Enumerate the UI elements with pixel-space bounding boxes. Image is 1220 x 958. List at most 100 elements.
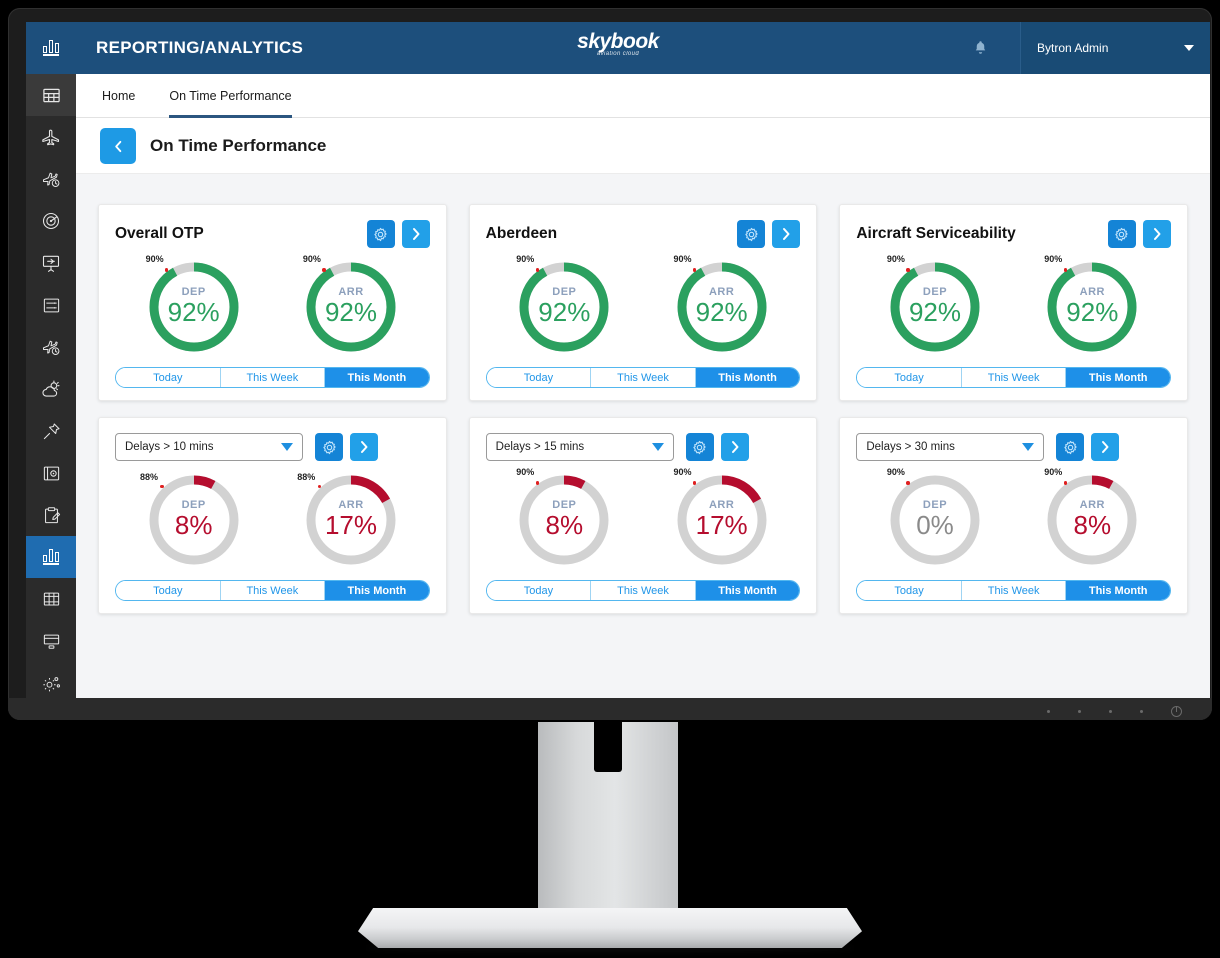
sidebar-item-radar[interactable] [26, 200, 76, 242]
period-toggle-this-month[interactable]: This Month [325, 581, 429, 600]
gear-icon [693, 440, 706, 454]
gauge-dep: DEP 92% 90% [885, 254, 985, 357]
card-next-button[interactable] [401, 220, 430, 248]
period-toggle-this-month[interactable]: This Month [695, 368, 800, 387]
gauge-target-marker [692, 481, 697, 485]
gauge-target-marker [164, 268, 169, 272]
monitor-button-dot[interactable] [1109, 710, 1112, 713]
period-toggle-this-month[interactable]: This Month [325, 368, 429, 387]
gauge-dep: DEP 0% 90% [885, 467, 985, 570]
gear-icon [374, 227, 387, 241]
card-header: Delays > 15 mins [485, 432, 801, 462]
sidebar-item-clipboard-edit[interactable] [26, 494, 76, 536]
period-toggle-this-month[interactable]: This Month [695, 581, 800, 600]
gauge-target-label: 90% [302, 254, 321, 265]
gauge-target-marker [692, 268, 697, 272]
card-settings-button[interactable] [315, 433, 343, 461]
card-next-button[interactable] [1091, 433, 1120, 461]
gauge-target-marker [1063, 481, 1068, 485]
gauge-target-label: 88% [139, 471, 158, 482]
period-toggle-today[interactable]: Today [857, 581, 962, 600]
period-toggle-this-week[interactable]: This Week [591, 368, 696, 387]
delay-threshold-select[interactable]: Delays > 30 mins [856, 433, 1045, 461]
sidebar-item-server-rack[interactable] [26, 284, 76, 326]
delay-threshold-select[interactable]: Delays > 10 mins [115, 433, 303, 461]
period-toggle-this-month[interactable]: This Month [1066, 368, 1170, 387]
sidebar [26, 74, 76, 698]
period-toggle-today[interactable]: Today [486, 581, 592, 600]
card-settings-button[interactable] [737, 220, 766, 248]
period-toggle-this-week[interactable]: This Week [961, 368, 1067, 387]
monitor-button-dot[interactable] [1140, 710, 1143, 713]
card-settings-button[interactable] [685, 433, 714, 461]
chevron-right-icon [361, 441, 368, 453]
back-button[interactable] [100, 128, 136, 164]
period-toggle-this-week[interactable]: This Week [220, 368, 326, 387]
period-toggle-today[interactable]: Today [486, 368, 592, 387]
delay-threshold-value: Delays > 15 mins [495, 441, 585, 453]
card-settings-button[interactable] [1056, 433, 1085, 461]
gauge-value: 92% [908, 297, 961, 327]
period-toggle-this-week[interactable]: This Week [220, 581, 326, 600]
sidebar-item-weather[interactable] [26, 368, 76, 410]
power-icon[interactable] [1171, 706, 1182, 717]
card-next-button[interactable] [720, 433, 749, 461]
period-toggle-this-week[interactable]: This Week [961, 581, 1067, 600]
sidebar-item-safe[interactable] [26, 452, 76, 494]
gauge-arr: ARR 17% 88% [297, 470, 401, 570]
gauge-target-label: 90% [145, 254, 164, 265]
sidebar-item-aircraft[interactable] [26, 116, 76, 158]
sidebar-item-library[interactable] [26, 578, 76, 620]
gauge-value: 8% [174, 510, 213, 540]
card-delays-10: Delays > 10 mins DEP 8% 88% ARR 17% 88% [98, 417, 447, 614]
notification-bell-icon[interactable] [973, 39, 988, 56]
delay-threshold-select[interactable]: Delays > 15 mins [485, 433, 674, 461]
user-name: Bytron Admin [1037, 41, 1109, 55]
sidebar-item-window[interactable] [26, 620, 76, 662]
gauge-target-label: 88% [297, 471, 316, 482]
card-next-button[interactable] [350, 433, 378, 461]
card-next-button[interactable] [1142, 220, 1171, 248]
brand-tagline: aviation cloud [596, 51, 640, 57]
gauge-target-label: 90% [1044, 467, 1063, 478]
chevron-right-icon [1102, 441, 1109, 453]
card-overall-otp: Overall OTP DEP 92% 90% ARR 92% 90% Toda… [98, 204, 447, 401]
tab-on-time-performance[interactable]: On Time Performance [169, 74, 292, 118]
monitor-button-dot[interactable] [1078, 710, 1081, 713]
sidebar-item-flight-tracking[interactable] [26, 326, 76, 368]
card-next-button[interactable] [772, 220, 801, 248]
dashboard-content: Overall OTP DEP 92% 90% ARR 92% 90% Toda… [76, 174, 1210, 698]
card-settings-button[interactable] [1107, 220, 1136, 248]
gauge-target-label: 90% [673, 467, 692, 478]
gauge-target-marker [906, 268, 910, 272]
sidebar-item-grid[interactable] [26, 74, 76, 116]
gauge-value: 92% [1066, 297, 1119, 327]
gauge-target-label: 90% [886, 467, 905, 478]
tab-home[interactable]: Home [102, 74, 135, 118]
monitor-screen: REPORTING/ANALYTICS skybook aviation clo… [26, 22, 1210, 698]
monitor-stand-notch [594, 722, 622, 772]
period-toggle-this-week[interactable]: This Week [591, 581, 696, 600]
gauge-dep: DEP 92% 90% [144, 254, 244, 357]
card-title: Overall OTP [115, 225, 204, 242]
sidebar-item-settings[interactable] [26, 662, 76, 698]
user-menu[interactable]: Bytron Admin [1020, 22, 1210, 74]
period-toggle-today[interactable]: Today [857, 368, 962, 387]
monitor-button-dot[interactable] [1047, 710, 1050, 713]
chevron-down-icon [1184, 45, 1194, 51]
card-actions [1056, 433, 1120, 461]
cards-grid: Overall OTP DEP 92% 90% ARR 92% 90% Toda… [98, 204, 1188, 614]
sidebar-item-aircraft-schedule[interactable] [26, 158, 76, 200]
card-settings-button[interactable] [366, 220, 395, 248]
period-toggle-today[interactable]: Today [116, 368, 221, 387]
monitor-frame: REPORTING/ANALYTICS skybook aviation clo… [8, 8, 1212, 720]
sidebar-item-reporting-analytics[interactable] [26, 536, 76, 578]
period-toggle-today[interactable]: Today [116, 581, 221, 600]
period-toggle-this-month[interactable]: This Month [1066, 581, 1170, 600]
card-header: Aberdeen [486, 219, 801, 249]
sidebar-item-briefing-board[interactable] [26, 242, 76, 284]
gauge-target-marker [906, 481, 910, 485]
gauge-value: 92% [167, 297, 220, 327]
period-toggle-group: Today This Week This Month [115, 580, 430, 601]
sidebar-item-pin[interactable] [26, 410, 76, 452]
